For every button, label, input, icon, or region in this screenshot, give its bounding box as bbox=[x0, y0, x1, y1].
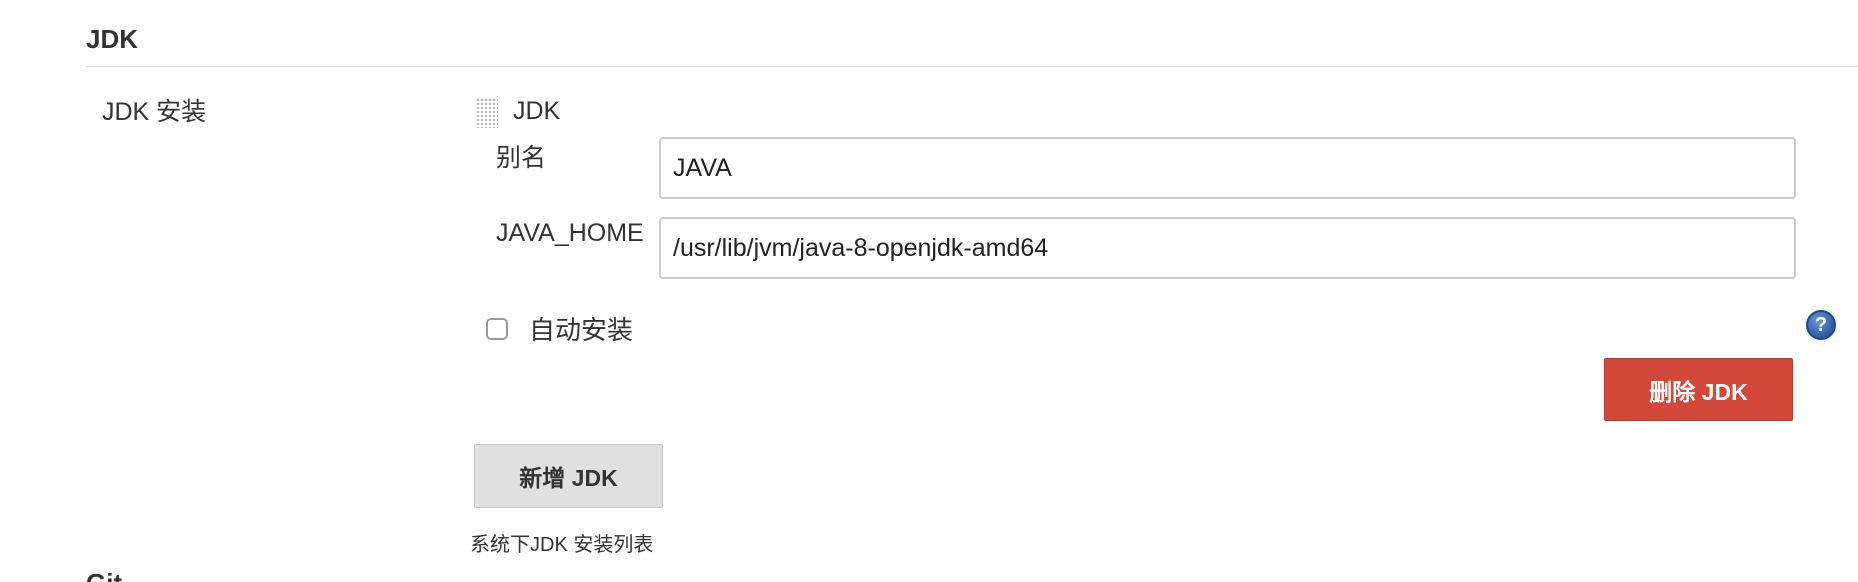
alias-input[interactable] bbox=[659, 137, 1796, 199]
delete-jdk-button[interactable]: 删除 JDK bbox=[1604, 358, 1793, 421]
auto-install-row[interactable]: 自动安装 bbox=[486, 310, 633, 347]
auto-install-checkbox[interactable] bbox=[486, 317, 508, 340]
jdk-installations-label: JDK 安装 bbox=[102, 98, 207, 126]
next-section-title: Git bbox=[86, 568, 122, 582]
java-home-label: JAVA_HOME bbox=[496, 219, 644, 247]
add-jdk-button[interactable]: 新增 JDK bbox=[474, 444, 663, 508]
jdk-installations-description: 系统下JDK 安装列表 bbox=[470, 534, 654, 556]
section-title: JDK bbox=[86, 24, 139, 54]
alias-label: 别名 bbox=[496, 144, 547, 172]
help-icon[interactable]: ? bbox=[1806, 310, 1836, 340]
jdk-item-title: JDK bbox=[513, 97, 561, 125]
auto-install-label[interactable]: 自动安装 bbox=[529, 310, 633, 347]
java-home-input[interactable] bbox=[659, 217, 1796, 279]
section-divider bbox=[86, 66, 1858, 67]
drag-handle-icon[interactable] bbox=[476, 98, 498, 128]
